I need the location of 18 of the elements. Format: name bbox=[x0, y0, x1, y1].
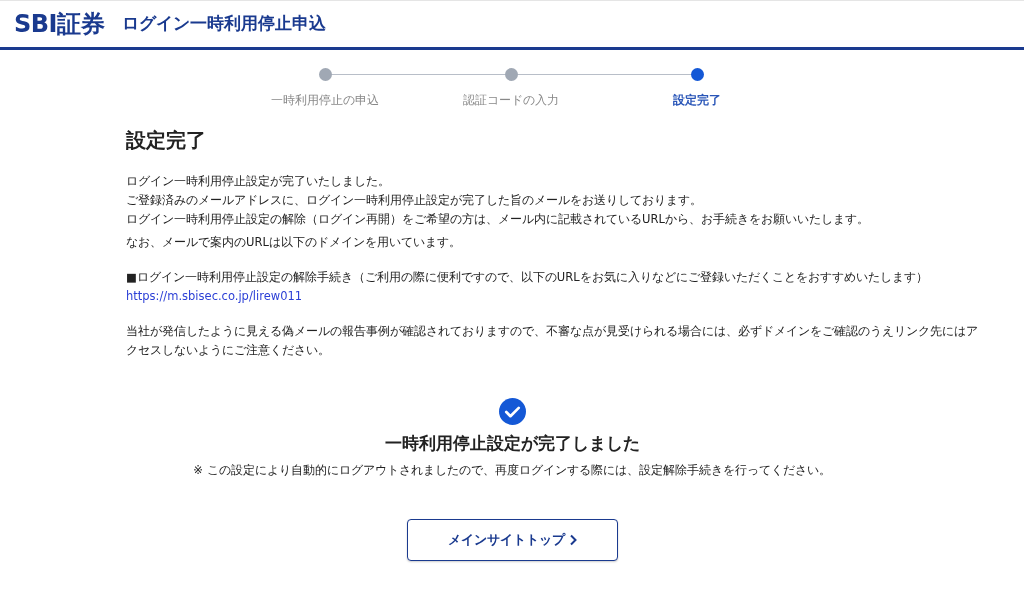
step-label: 設定完了 bbox=[673, 93, 721, 107]
release-note: ■ログイン一時利用停止設定の解除手続き（ご利用の際に便利ですので、以下のURLをお気に入りなどにご登録いただくことをおすすめいたします） bbox=[126, 269, 929, 286]
chevron-right-icon bbox=[568, 533, 577, 546]
logo[interactable]: SBI証券 bbox=[14, 6, 104, 42]
release-link[interactable]: https://m.sbisec.co.jp/lirew011 bbox=[126, 289, 303, 303]
check-icon bbox=[498, 398, 526, 425]
warning-text: 当社が発信したように見える偽メールの報告事例が確認されておりますので、不審な点が見受けられる場合には、必ずドメインをご確認のうえリンク先にはアクセスしないようにご注意ください。 bbox=[126, 323, 979, 359]
completion-note: ※ この設定により自動的にログアウトされましたので、再度ログインする際には、設定解除手続きを行ってください。 bbox=[193, 461, 831, 479]
main-site-top-button[interactable]: メインサイトトップ bbox=[406, 518, 618, 561]
step-label: 認証コードの入力 bbox=[463, 93, 559, 107]
completion-title: 一時利用停止設定が完了しました bbox=[384, 432, 640, 455]
message-line: ログイン一時利用停止設定の解除（ログイン再開）をご希望の方は、メール内に記載されているURLから、お手続きをお願いいたします。 bbox=[126, 211, 870, 228]
message-line: ご登録済みのメールアドレスに、ログイン一時利用停止設定が完了した旨のメールをお送りしております。 bbox=[126, 192, 703, 209]
section-heading: 設定完了 bbox=[126, 131, 207, 150]
message-line: ログイン一時利用停止設定が完了いたしました。 bbox=[126, 173, 391, 190]
domain-note: なお、メールで案内のURLは以下のドメインを用いています。 bbox=[126, 234, 462, 251]
page-title: ログイン一時利用停止申込 bbox=[122, 12, 326, 36]
step-label: 一時利用停止の申込 bbox=[271, 93, 379, 107]
